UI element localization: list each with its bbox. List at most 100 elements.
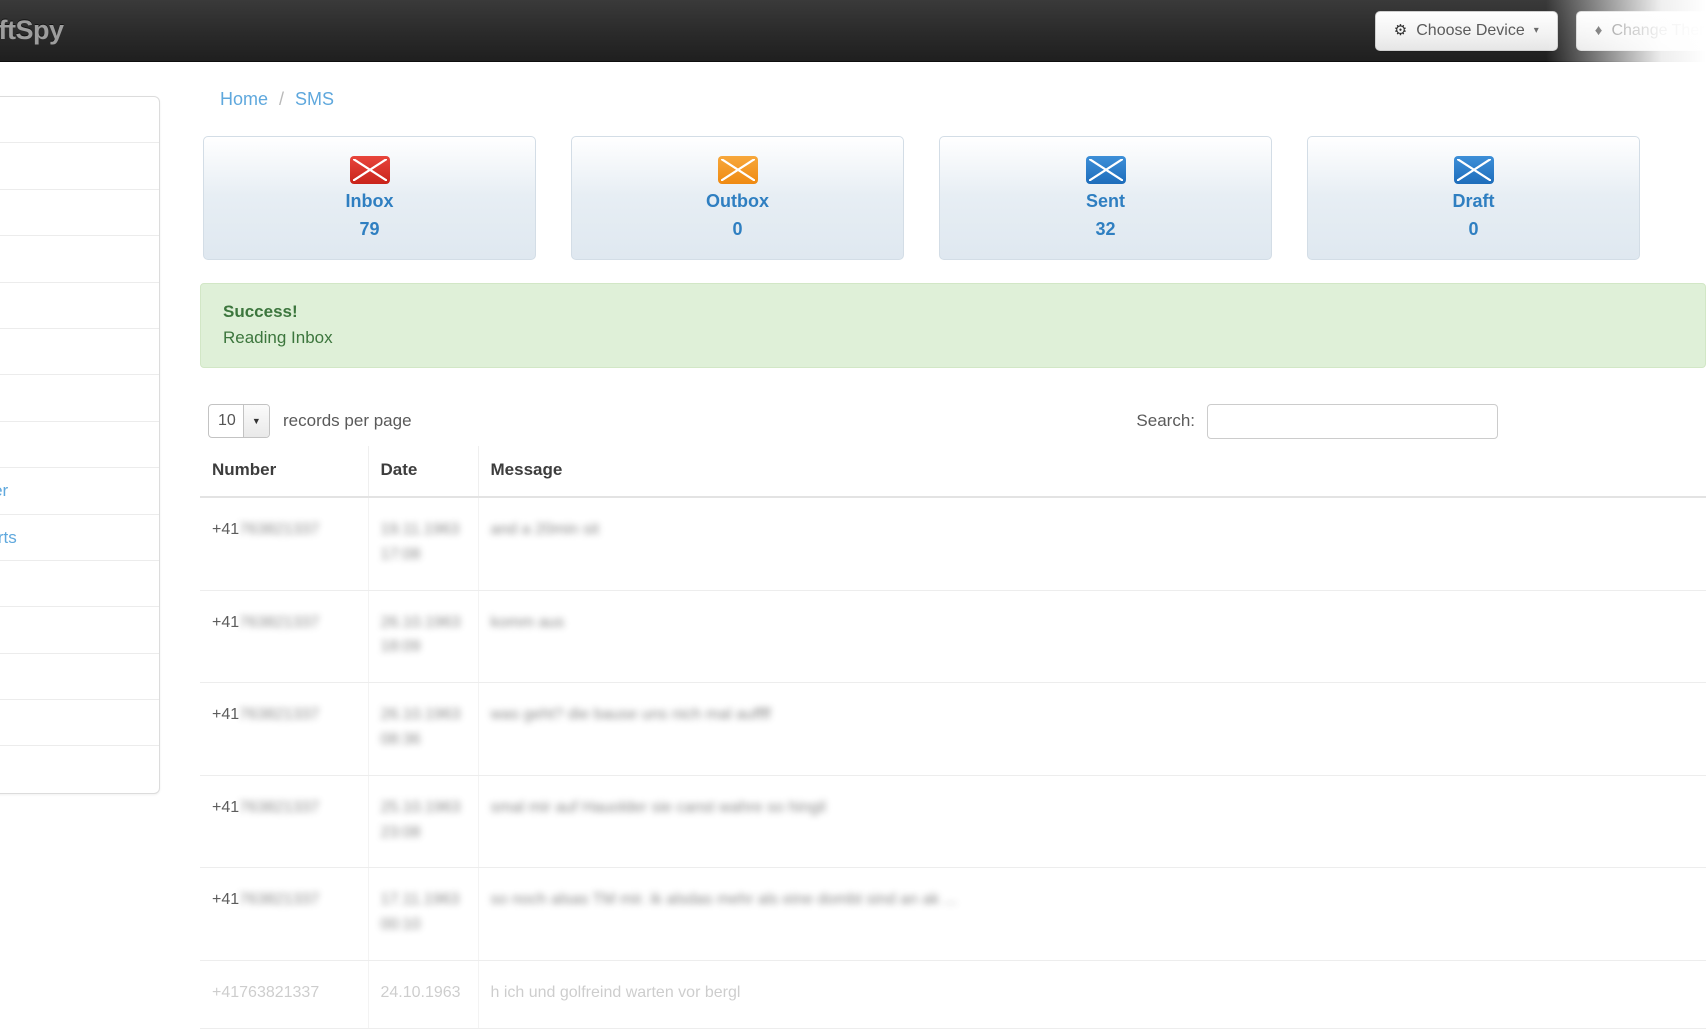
table-row[interactable]: +41763821337 25.10.1963 23:08 smal mir au… <box>200 775 1706 869</box>
sidebar-item-security[interactable]: ecurity <box>0 561 159 608</box>
date-value: 26.10.1963 <box>380 613 461 631</box>
records-per-page-select[interactable]: 10 ▼ <box>208 404 270 438</box>
sidebar-item-0[interactable] <box>0 97 159 144</box>
cell-number: +41763821337 <box>200 497 369 591</box>
column-header-date[interactable]: Date <box>368 446 479 498</box>
change-theme-label: Change Theme / Ski <box>1611 21 1706 39</box>
sms-folder-stats: Inbox 79 Outbox 0 Sent 32 Draft 0 <box>200 136 1706 260</box>
message-value: and a 20min sit <box>490 521 600 538</box>
cell-number: +41763821337 <box>200 682 369 776</box>
droplet-icon: ♦ <box>1594 22 1603 39</box>
cell-message: so noch alsas TM mir. ik alsdas mehr als… <box>478 867 1706 961</box>
number-prefix: +41 <box>212 521 240 538</box>
chevron-down-icon: ▾ <box>1533 25 1539 36</box>
table-row[interactable]: +41763821337 26.10.1963 08:36 was geht? d… <box>200 682 1706 776</box>
cell-number: +41763821337 <box>200 775 369 869</box>
table-controls: 10 ▼ records per page Search: <box>200 396 1706 446</box>
search-area: Search: <box>1136 403 1498 439</box>
number-redacted: 763821337 <box>239 613 320 631</box>
time-value: 23:08 <box>380 823 421 841</box>
records-per-page-value: 10 <box>218 412 236 429</box>
stat-count-outbox: 0 <box>732 219 743 239</box>
time-value: 00:10 <box>380 916 421 934</box>
cell-message: komm aus <box>478 590 1706 684</box>
message-value: was geht? die bause uns nich mal auffff <box>490 706 771 724</box>
breadcrumb-separator: / <box>279 88 285 109</box>
sidebar-item-app[interactable]: pp <box>0 329 159 376</box>
search-label: Search: <box>1136 411 1195 430</box>
number-redacted: 763821337 <box>239 891 320 909</box>
number-redacted: 763821337 <box>239 798 320 816</box>
breadcrumb-home[interactable]: Home <box>220 89 268 110</box>
message-value: smal mir auf Hauolder sie canst wahre so… <box>490 798 826 816</box>
time-value: 17:08 <box>380 545 421 563</box>
cell-date: 25.10.1963 23:08 <box>368 775 479 869</box>
sidebar-item-3[interactable] <box>0 236 159 283</box>
envelope-icon <box>1453 156 1494 184</box>
brand-logo[interactable]: eftSpy <box>0 15 64 46</box>
sidebar: racker pp alery Recorder Synchronizer ge… <box>0 96 160 794</box>
envelope-icon <box>1085 156 1126 184</box>
number-redacted: 763821337 <box>239 521 320 538</box>
date-value: 24.10.1963 <box>380 983 461 1001</box>
sidebar-item-recorder[interactable]: Recorder <box>0 422 159 469</box>
sidebar-item-messages-and-alerts[interactable]: ges and Alerts <box>0 515 159 561</box>
column-header-number[interactable]: Number <box>200 446 369 498</box>
stat-box-sent[interactable]: Sent 32 <box>939 136 1272 260</box>
message-value: h ich und golfreind warten vor bergl <box>490 983 741 1001</box>
sidebar-item-application-menu[interactable]: n menu <box>0 746 159 792</box>
sidebar-item-4[interactable] <box>0 283 159 329</box>
cell-message: h ich und golfreind warten vor bergl <box>478 960 1706 1029</box>
stat-count-draft: 0 <box>1468 219 1479 239</box>
cell-message: smal mir auf Hauolder sie canst wahre so… <box>478 775 1706 869</box>
sms-table: Number Date Message +41763821337 19.11.1… <box>200 446 1706 1029</box>
stat-label-draft: Draft <box>1452 191 1495 211</box>
stat-box-draft[interactable]: Draft 0 <box>1307 136 1640 260</box>
table-row[interactable]: +41763821337 17.11.1963 00:10 so noch als… <box>200 867 1706 961</box>
stat-label-inbox: Inbox <box>345 191 394 211</box>
stat-box-inbox[interactable]: Inbox 79 <box>203 136 536 260</box>
stat-count-sent: 32 <box>1095 219 1116 239</box>
sidebar-item-galery[interactable]: alery <box>0 375 159 422</box>
cell-date: 26.10.1963 08:36 <box>368 682 479 776</box>
gear-icon: ⚙ <box>1393 22 1408 39</box>
search-input[interactable] <box>1207 403 1498 439</box>
cell-number: +41763821337 <box>200 867 369 961</box>
cell-message: and a 20min sit <box>478 497 1706 591</box>
time-value: 18:09 <box>380 638 421 656</box>
sidebar-item-control[interactable]: Control <box>0 654 159 701</box>
top-navbar: eftSpy ⚙ Choose Device ▾ ♦ Change Theme … <box>0 0 1706 62</box>
choose-device-button[interactable]: ⚙ Choose Device ▾ <box>1374 10 1558 51</box>
number-prefix: +41 <box>212 613 240 631</box>
message-value: komm aus <box>490 613 565 631</box>
date-value: 26.10.1963 <box>380 706 461 724</box>
stat-label-outbox: Outbox <box>706 191 769 211</box>
sidebar-item-1[interactable] <box>0 143 159 190</box>
sidebar-item-13[interactable] <box>0 700 159 747</box>
records-per-page-label: records per page <box>283 411 412 430</box>
cell-date: 24.10.1963 <box>368 960 479 1029</box>
date-value: 19.11.1963 <box>380 521 460 538</box>
cell-date: 17.11.1963 00:10 <box>368 867 479 961</box>
cell-number: +41763821337 <box>200 960 369 1029</box>
table-row[interactable]: +41763821337 24.10.1963 h ich und golfre… <box>200 960 1706 1029</box>
message-value: so noch alsas TM mir. ik alsdas mehr als… <box>490 891 958 909</box>
alert-message: Reading Inbox <box>223 327 333 347</box>
sms-table-head: Number Date Message <box>200 446 1706 498</box>
envelope-icon <box>717 156 758 184</box>
cell-date: 19.11.1963 17:08 <box>368 497 479 591</box>
sidebar-item-synchronizer[interactable]: Synchronizer <box>0 468 159 515</box>
table-row[interactable]: +41763821337 26.10.1963 18:09 komm aus <box>200 590 1706 684</box>
change-theme-button[interactable]: ♦ Change Theme / Ski <box>1575 10 1706 51</box>
breadcrumb-sms[interactable]: SMS <box>295 89 334 110</box>
breadcrumb: Home / SMS <box>200 62 1706 136</box>
main-content: Home / SMS Inbox 79 Outbox 0 Sent 32 Dra… <box>200 62 1706 1029</box>
cell-message: was geht? die bause uns nich mal auffff <box>478 682 1706 776</box>
date-value: 25.10.1963 <box>380 798 461 816</box>
table-row[interactable]: +41763821337 19.11.1963 17:08 and a 20min… <box>200 497 1706 591</box>
sidebar-item-tracker[interactable]: racker <box>0 190 159 237</box>
column-header-message[interactable]: Message <box>478 446 1706 498</box>
cell-date: 26.10.1963 18:09 <box>368 590 479 684</box>
sidebar-item-web-security[interactable]: Security <box>0 607 159 654</box>
stat-box-outbox[interactable]: Outbox 0 <box>571 136 904 260</box>
